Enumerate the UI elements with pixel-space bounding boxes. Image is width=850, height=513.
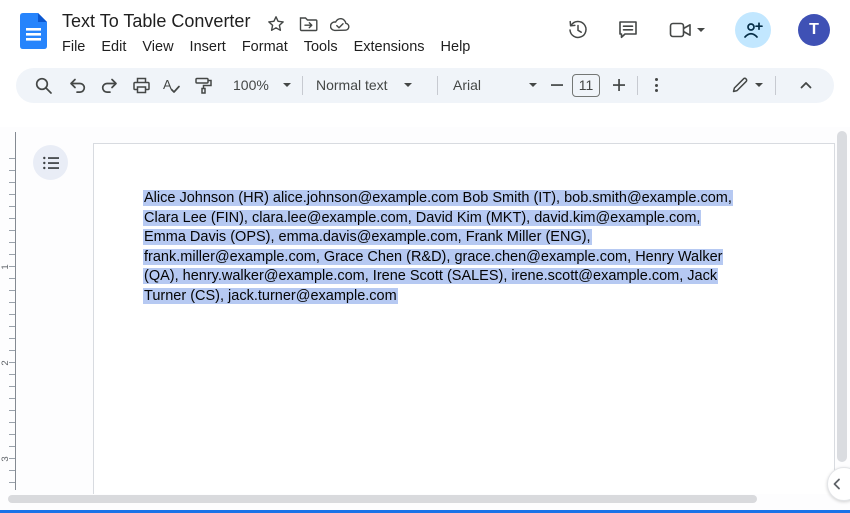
toolbar-divider	[302, 76, 303, 95]
text-line: Emma Davis (OPS), emma.davis@example.com…	[143, 228, 733, 248]
account-avatar[interactable]: T	[798, 14, 830, 46]
document-page[interactable]: Alice Johnson (HR) alice.johnson@example…	[93, 143, 835, 494]
styles-caret	[404, 83, 412, 87]
menu-extensions[interactable]: Extensions	[346, 37, 433, 57]
vertical-ruler-number: 2	[0, 356, 14, 370]
menu-help[interactable]: Help	[433, 37, 479, 57]
svg-text:A: A	[163, 77, 172, 92]
share-button[interactable]	[735, 12, 771, 48]
selected-text: (QA), henry.walker@example.com, Irene Sc…	[143, 268, 718, 284]
toolbar-divider	[775, 76, 776, 95]
menu-file[interactable]: File	[54, 37, 93, 57]
menu-edit[interactable]: Edit	[93, 37, 134, 57]
zoom-value: 100%	[233, 77, 269, 93]
meet-dropdown-caret	[697, 28, 705, 32]
show-outline-button[interactable]	[33, 145, 68, 180]
document-title[interactable]: Text To Table Converter	[62, 11, 250, 32]
editing-mode-select[interactable]	[723, 73, 771, 97]
zoom-caret	[283, 83, 291, 87]
google-docs-window: Text To Table Converter File Edit View I…	[0, 0, 850, 513]
menu-bar: File Edit View Insert Format Tools Exten…	[54, 36, 478, 58]
text-line: (QA), henry.walker@example.com, Irene Sc…	[143, 267, 733, 287]
text-line: Clara Lee (FIN), clara.lee@example.com, …	[143, 209, 733, 229]
print-icon[interactable]	[129, 73, 153, 97]
version-history-icon[interactable]	[566, 18, 590, 42]
comments-icon[interactable]	[616, 18, 640, 42]
vertical-ruler-number: 3	[0, 452, 14, 466]
font-caret	[529, 83, 537, 87]
cloud-saved-icon[interactable]	[330, 14, 350, 34]
document-canvas: 1 2 3 Alice Johnson (HR) alice.johnson@e…	[0, 127, 850, 513]
toolbar-divider	[637, 76, 638, 95]
font-size-decrease-button[interactable]	[545, 73, 569, 97]
font-size-increase-button[interactable]	[607, 73, 631, 97]
document-text[interactable]: Alice Johnson (HR) alice.johnson@example…	[143, 189, 733, 306]
toolbar-divider	[437, 76, 438, 95]
menu-tools[interactable]: Tools	[296, 37, 346, 57]
paint-format-icon[interactable]	[191, 73, 215, 97]
star-icon[interactable]	[266, 14, 286, 34]
toolbar: A 100% Normal text Arial	[16, 68, 834, 103]
search-menus-icon[interactable]	[31, 73, 55, 97]
vertical-ruler-line	[15, 132, 16, 490]
font-select[interactable]: Arial	[447, 73, 543, 97]
undo-icon[interactable]	[65, 73, 89, 97]
more-toolbar-options-icon[interactable]	[644, 73, 668, 97]
horizontal-scrollbar[interactable]	[8, 495, 757, 503]
menu-format[interactable]: Format	[234, 37, 296, 57]
selected-text: Alice Johnson (HR) alice.johnson@example…	[143, 190, 733, 206]
selected-text: Emma Davis (OPS), emma.davis@example.com…	[143, 229, 592, 245]
docs-logo-icon[interactable]	[20, 13, 47, 49]
horizontal-ruler: 1 2 3 4 5 6 7	[0, 103, 850, 127]
text-line: Turner (CS), jack.turner@example.com	[143, 287, 733, 307]
selected-text: Turner (CS), jack.turner@example.com	[143, 288, 398, 304]
redo-icon[interactable]	[97, 73, 121, 97]
spellcheck-icon[interactable]: A	[160, 73, 184, 97]
font-size-input[interactable]: 11	[572, 74, 600, 97]
move-folder-icon[interactable]	[298, 14, 318, 34]
selected-text: Clara Lee (FIN), clara.lee@example.com, …	[143, 210, 701, 226]
editing-mode-caret	[755, 83, 763, 87]
zoom-select[interactable]: 100%	[221, 73, 305, 97]
font-value: Arial	[453, 77, 481, 93]
selected-text: frank.miller@example.com, Grace Chen (R&…	[143, 249, 723, 265]
text-line: Alice Johnson (HR) alice.johnson@example…	[143, 189, 733, 209]
styles-select[interactable]: Normal text	[312, 73, 430, 97]
styles-value: Normal text	[316, 77, 388, 93]
hide-menus-icon[interactable]	[794, 73, 818, 97]
pencil-icon	[731, 76, 749, 94]
vertical-scrollbar[interactable]	[837, 131, 847, 462]
meet-video-icon[interactable]	[664, 18, 710, 42]
menu-view[interactable]: View	[134, 37, 181, 57]
top-bar: Text To Table Converter File Edit View I…	[0, 0, 850, 62]
avatar-initial: T	[809, 21, 819, 39]
text-line: frank.miller@example.com, Grace Chen (R&…	[143, 248, 733, 268]
menu-insert[interactable]: Insert	[182, 37, 234, 57]
vertical-ruler-number: 1	[0, 260, 14, 274]
